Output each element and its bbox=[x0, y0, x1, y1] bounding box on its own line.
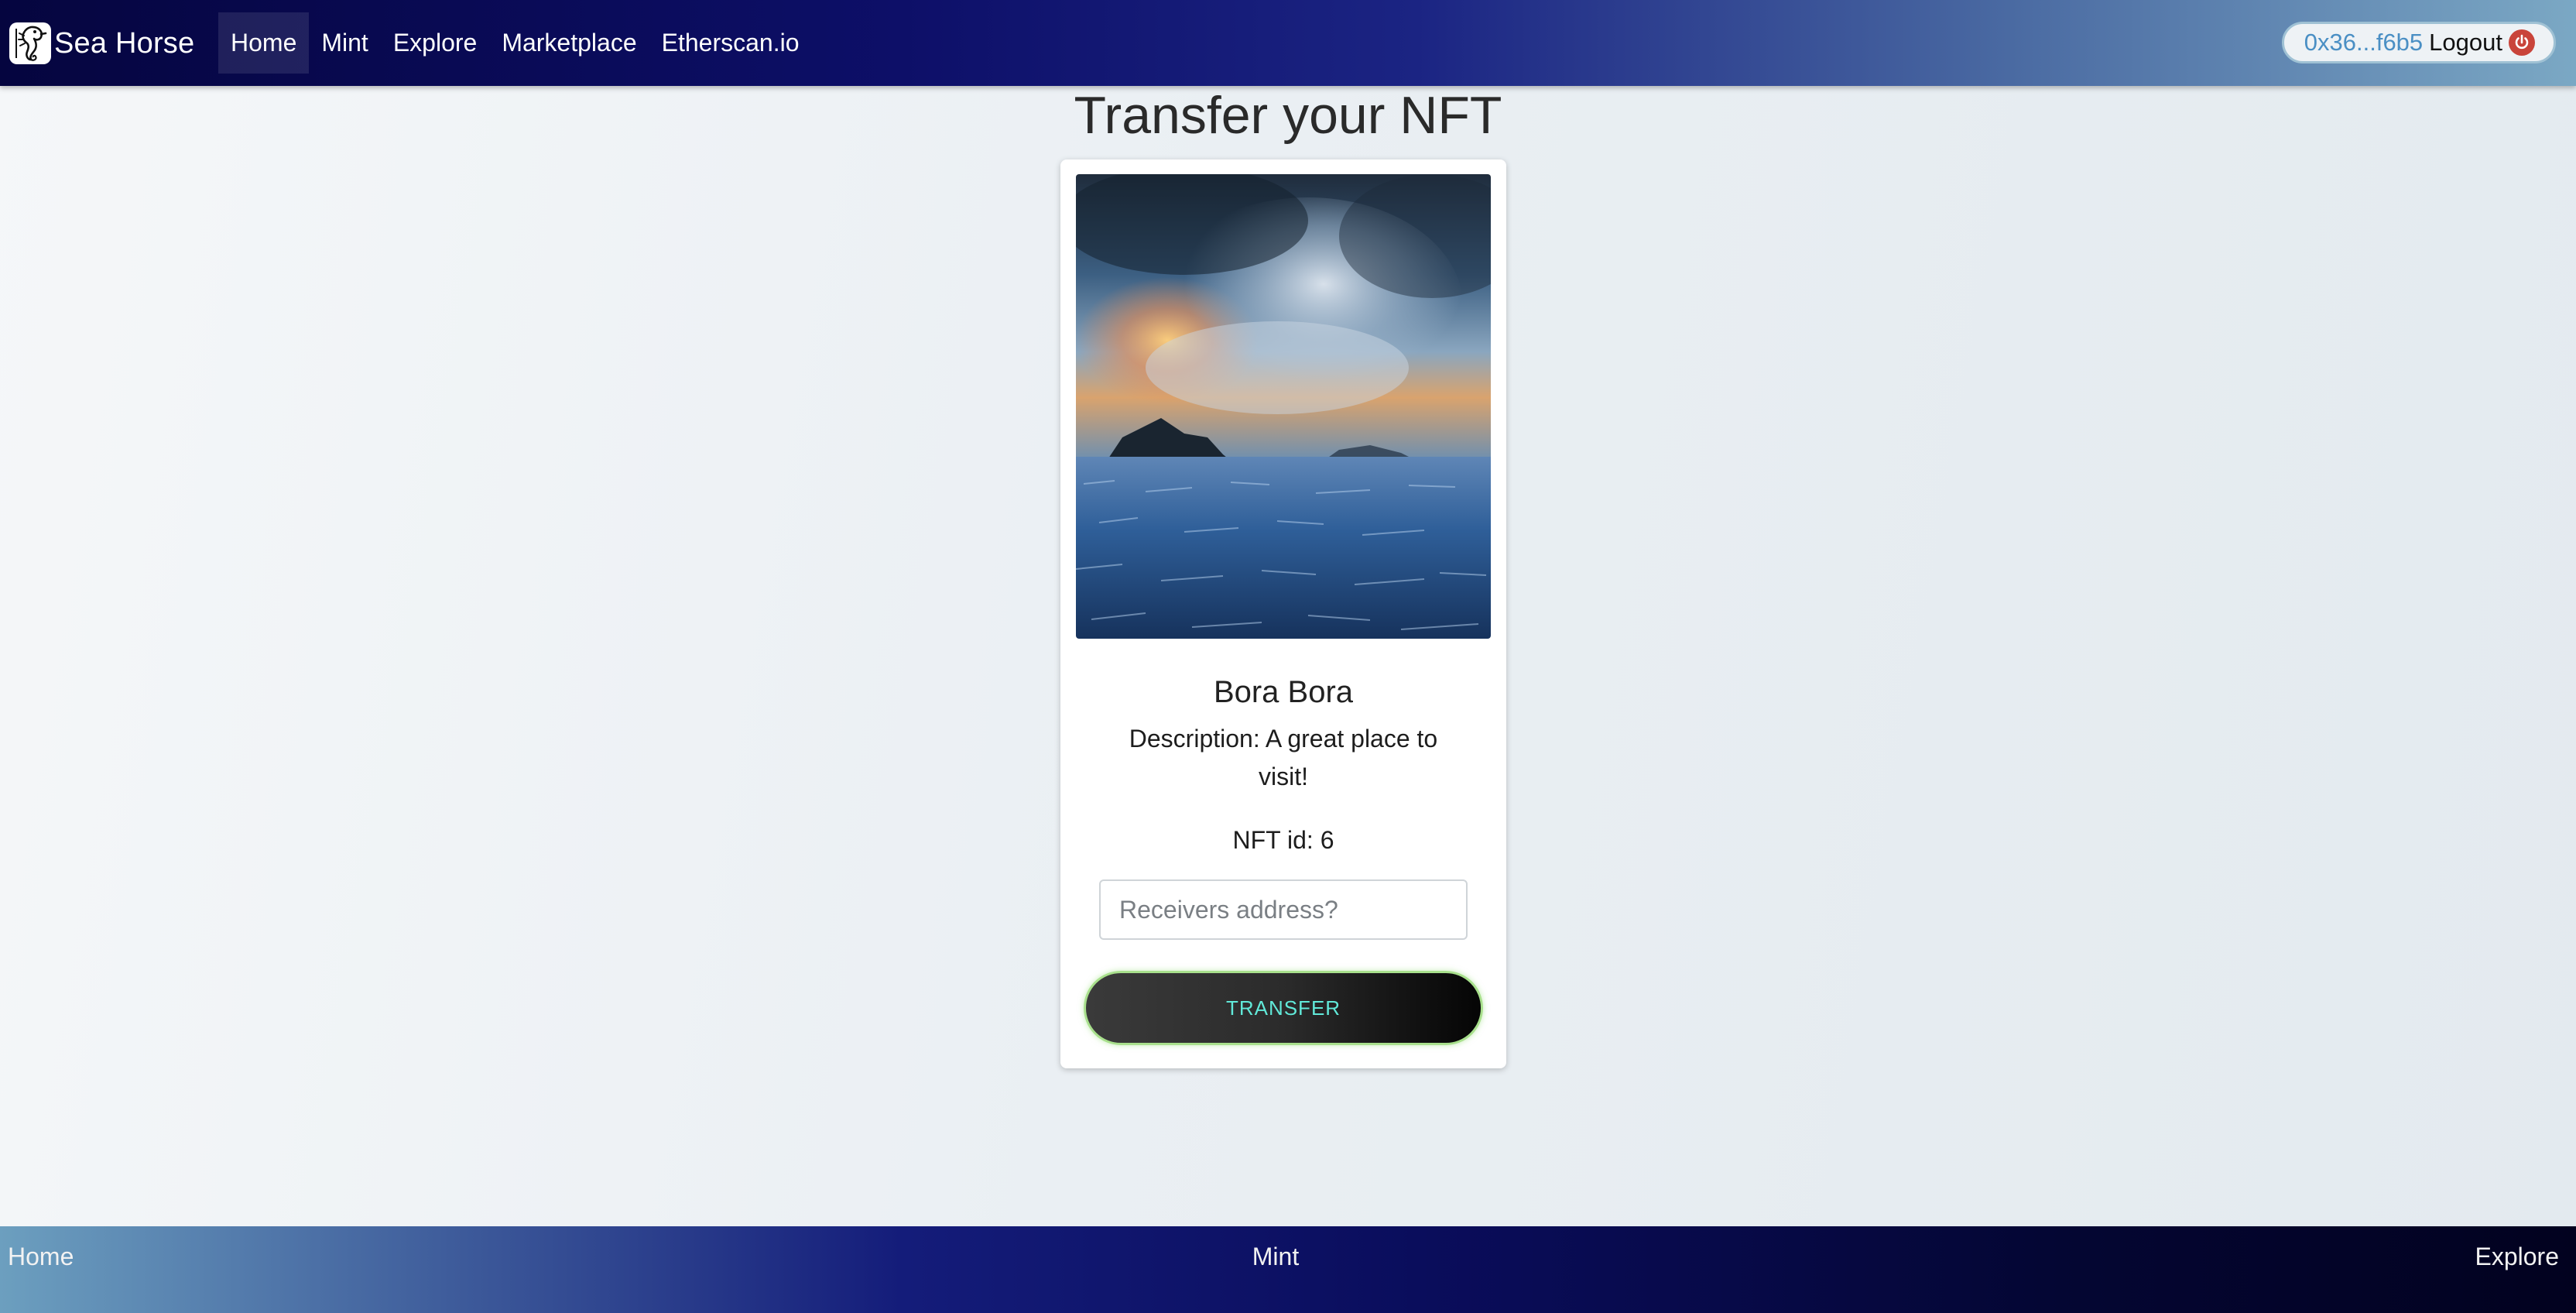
receiver-address-input[interactable] bbox=[1099, 879, 1468, 940]
nft-id: NFT id: 6 bbox=[1232, 826, 1334, 854]
main-nav: Home Mint Explore Marketplace Etherscan.… bbox=[218, 12, 811, 74]
transfer-button[interactable]: TRANSFER bbox=[1084, 971, 1483, 1045]
wallet-address: 0x36...f6b5 bbox=[2304, 29, 2424, 56]
logout-label: Logout bbox=[2429, 29, 2502, 56]
seahorse-icon bbox=[9, 22, 51, 64]
nav-link-mint[interactable]: Mint bbox=[309, 12, 380, 74]
footer: Home Mint Explore bbox=[0, 1226, 2576, 1313]
nav-link-home[interactable]: Home bbox=[218, 12, 310, 74]
nav-link-etherscan[interactable]: Etherscan.io bbox=[649, 12, 812, 74]
power-icon bbox=[2509, 29, 2535, 56]
account-logout-button[interactable]: 0x36...f6b5 Logout bbox=[2281, 22, 2556, 63]
nft-description: Description: A great place to visit! bbox=[1129, 725, 1438, 790]
top-navbar: Sea Horse Home Mint Explore Marketplace … bbox=[0, 0, 2576, 86]
brand[interactable]: Sea Horse bbox=[9, 21, 194, 66]
footer-link-mint[interactable]: Mint bbox=[0, 1226, 2551, 1287]
nav-link-explore[interactable]: Explore bbox=[381, 12, 490, 74]
nft-card: Bora Bora Description: A great place to … bbox=[1060, 159, 1506, 1068]
nft-image bbox=[1076, 174, 1491, 639]
footer-link-explore[interactable]: Explore bbox=[2475, 1226, 2560, 1287]
brand-name: Sea Horse bbox=[54, 26, 195, 60]
nav-link-marketplace[interactable]: Marketplace bbox=[489, 12, 649, 74]
page-title: Transfer your NFT bbox=[1074, 86, 1502, 145]
nft-name: Bora Bora bbox=[1213, 675, 1354, 709]
